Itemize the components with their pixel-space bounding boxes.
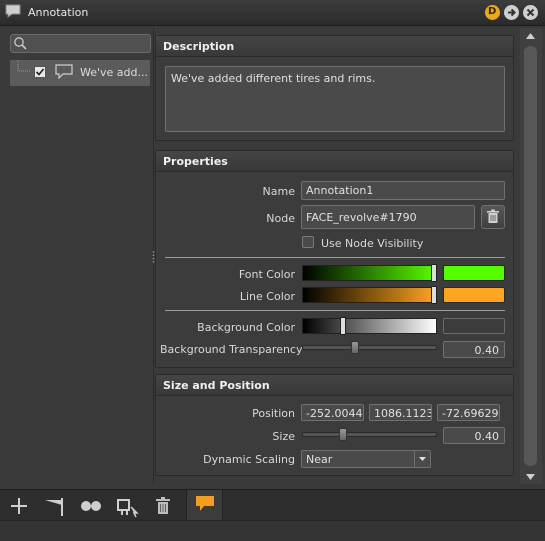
- node-link-icon: [117, 499, 139, 518]
- font-color-label: Font Color: [238, 268, 295, 281]
- background-transparency-input[interactable]: 0.40: [443, 341, 505, 358]
- line-color-slider[interactable]: [302, 287, 437, 303]
- description-textarea[interactable]: We've added different tires and rims.: [165, 66, 505, 132]
- position-x-input[interactable]: -252.004425: [301, 404, 364, 421]
- position-label: Position: [252, 407, 295, 420]
- background-transparency-slider-handle[interactable]: [351, 341, 359, 354]
- name-label: Name: [262, 185, 295, 198]
- trash-icon: [156, 497, 170, 514]
- size-input[interactable]: 0.40: [443, 427, 505, 444]
- line-color-label: Line Color: [239, 290, 295, 303]
- scroll-down-icon[interactable]: [524, 472, 537, 482]
- size-label: Size: [272, 430, 295, 443]
- divider: [165, 257, 505, 258]
- arrow-right-icon[interactable]: [504, 5, 519, 20]
- size-position-header: Size and Position: [156, 375, 513, 396]
- node-delete-button[interactable]: [481, 205, 505, 229]
- divider: [165, 310, 505, 311]
- background-color-swatch[interactable]: [443, 318, 505, 334]
- tree-branch: [17, 60, 30, 72]
- font-color-swatch[interactable]: [443, 265, 505, 281]
- window-title: Annotation: [28, 6, 89, 19]
- annotation-list-panel: [4, 28, 154, 483]
- scrollbar-thumb[interactable]: [524, 46, 537, 466]
- background-transparency-label: Background Transparency: [160, 343, 303, 356]
- position-y-input[interactable]: 1086.112305: [369, 404, 432, 421]
- line-color-swatch[interactable]: [443, 287, 505, 303]
- name-input[interactable]: Annotation1: [301, 181, 505, 200]
- visibility-checkbox[interactable]: [34, 66, 46, 78]
- trash-icon: [487, 209, 499, 223]
- use-node-visibility-label: Use Node Visibility: [321, 237, 424, 250]
- flag-icon: [45, 498, 63, 516]
- annotation-icon: [196, 496, 214, 511]
- close-icon[interactable]: [523, 5, 538, 20]
- flag-button[interactable]: [42, 493, 68, 519]
- position-z-input[interactable]: -72.696297: [437, 404, 500, 421]
- check-icon: [35, 68, 45, 76]
- font-color-slider-handle[interactable]: [431, 264, 437, 282]
- search-icon: [14, 37, 27, 50]
- font-color-slider[interactable]: [302, 265, 437, 281]
- node-input[interactable]: FACE_revolve#1790: [301, 205, 475, 229]
- annotation-icon: [55, 64, 73, 79]
- background-color-label: Background Color: [197, 321, 295, 334]
- background-transparency-slider[interactable]: [302, 345, 437, 350]
- list-item-label: We've add...: [80, 66, 148, 79]
- delete-annotation-button[interactable]: [150, 493, 176, 519]
- description-header: Description: [156, 36, 513, 57]
- dynamic-scaling-value: Near: [306, 453, 333, 466]
- dynamic-scaling-select[interactable]: Near: [301, 450, 431, 468]
- annotation-mode-button[interactable]: [186, 490, 223, 520]
- use-node-visibility-checkbox[interactable]: [302, 236, 314, 248]
- dynamic-scaling-label: Dynamic Scaling: [203, 453, 295, 466]
- status-bar: [0, 520, 545, 541]
- line-color-slider-handle[interactable]: [431, 286, 437, 304]
- background-color-slider[interactable]: [302, 318, 437, 334]
- annotation-icon: [5, 4, 21, 18]
- add-icon: [11, 498, 27, 514]
- search-input[interactable]: [10, 34, 151, 53]
- background-color-slider-handle[interactable]: [340, 317, 346, 335]
- node-label: Node: [266, 212, 295, 225]
- dock-icon[interactable]: D: [485, 5, 500, 20]
- dots-icon: [81, 501, 101, 511]
- size-slider-handle[interactable]: [339, 428, 347, 441]
- size-slider[interactable]: [302, 432, 437, 437]
- group-button[interactable]: [78, 493, 104, 519]
- scroll-up-icon[interactable]: [524, 31, 537, 41]
- properties-header: Properties: [156, 151, 513, 172]
- node-link-button[interactable]: [114, 493, 140, 519]
- chevron-down-icon: [414, 451, 430, 467]
- add-annotation-button[interactable]: [6, 493, 32, 519]
